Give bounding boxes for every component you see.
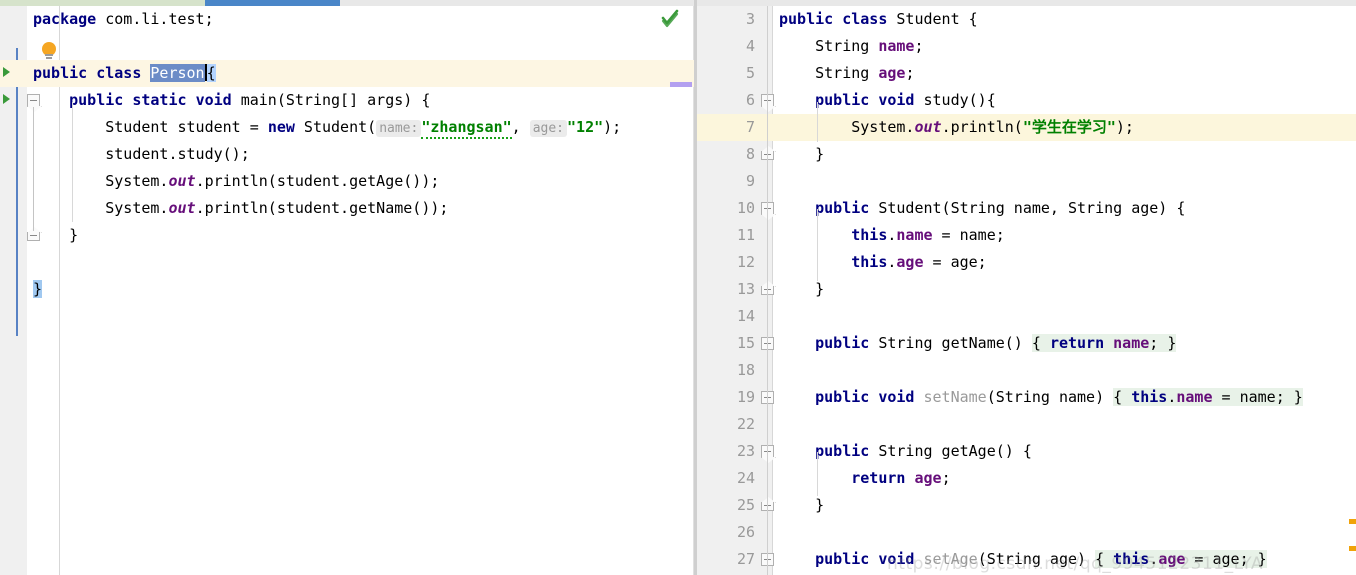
line-number: 27 [736, 550, 755, 568]
line-number: 26 [736, 523, 755, 541]
editor-window: package com.li.test; public class Person{… [0, 0, 1356, 575]
indent-guide [72, 102, 73, 222]
line-number: 8 [745, 145, 755, 163]
left-editor-pane[interactable]: package com.li.test; public class Person{… [0, 6, 694, 575]
fold-connector-line [33, 107, 34, 231]
lightbulb-icon[interactable] [41, 42, 57, 60]
line-number: 19 [736, 388, 755, 406]
line-number: 7 [697, 114, 765, 141]
run-gutter-icon[interactable] [1, 66, 13, 78]
line-number: 11 [736, 226, 755, 244]
line-number: 15 [736, 334, 755, 352]
line-number: 14 [736, 307, 755, 325]
line-number: 22 [736, 415, 755, 433]
line-number: 9 [745, 172, 755, 190]
warning-marker-2[interactable] [1349, 519, 1356, 524]
line-number: 18 [736, 361, 755, 379]
line-number: 24 [736, 469, 755, 487]
line-number: 10 [736, 199, 755, 217]
line-number: 13 [736, 280, 755, 298]
line-number: 23 [736, 442, 755, 460]
fold-open-icon[interactable] [27, 94, 40, 107]
info-marker[interactable] [670, 82, 692, 87]
line-number: 12 [736, 253, 755, 271]
line-number: 5 [745, 64, 755, 82]
line-number: 4 [745, 37, 755, 55]
run-gutter-icon[interactable] [1, 93, 13, 105]
left-gutter-glyphs[interactable] [0, 6, 694, 575]
right-gutter-glyphs[interactable]: 3456789101112131415181922232425262728 [697, 6, 1356, 575]
inspections-ok-icon[interactable] [660, 8, 680, 28]
line-number: 6 [745, 91, 755, 109]
line-number: 3 [745, 10, 755, 28]
line-number: 25 [736, 496, 755, 514]
right-editor-pane[interactable]: public class Student { String name; Stri… [697, 6, 1356, 575]
class-fold-rail [767, 6, 768, 575]
warning-marker[interactable] [1349, 546, 1356, 551]
